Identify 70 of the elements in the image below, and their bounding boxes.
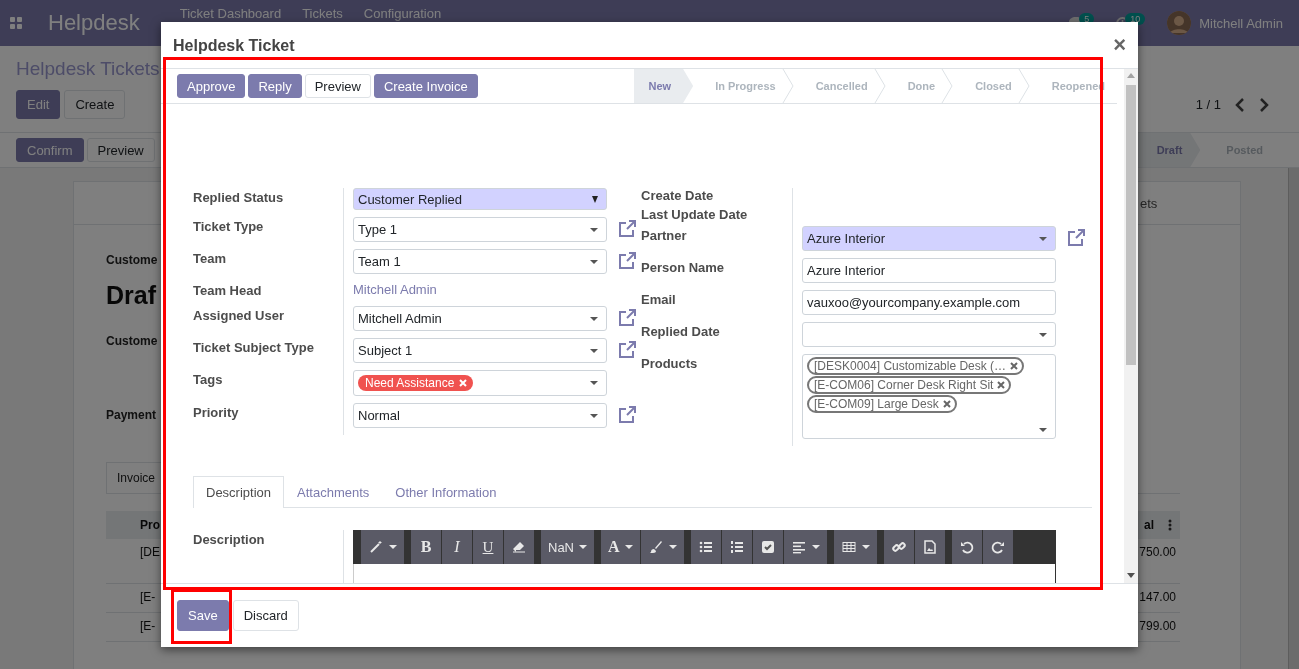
field-label: Partner bbox=[641, 227, 688, 245]
dialog-title: Helpdesk Ticket bbox=[173, 37, 295, 55]
action-button[interactable]: Reply bbox=[248, 74, 302, 98]
field-label: Team bbox=[193, 250, 227, 268]
edit-button[interactable]: Edit bbox=[16, 90, 61, 119]
toolbar-button[interactable]: B bbox=[411, 530, 441, 564]
field-label: Last Update Date bbox=[641, 207, 749, 224]
dropdown-field[interactable]: Subject 1 bbox=[353, 338, 607, 363]
action-button[interactable]: Confirm bbox=[16, 138, 84, 162]
field-label: Create Date bbox=[641, 188, 715, 205]
status-stage[interactable]: New bbox=[633, 69, 694, 103]
dropdown-field[interactable]: Azure Interior bbox=[802, 226, 1056, 251]
table-cell-text: 147.00 bbox=[1139, 590, 1176, 606]
action-button[interactable]: Approve bbox=[177, 74, 246, 98]
tag: [DESK0004] Customizable Desk (… bbox=[807, 357, 1025, 375]
user-name[interactable]: Mitchell Admin bbox=[1199, 15, 1283, 31]
record-title: Draf bbox=[106, 281, 156, 310]
field-label: Assigned User bbox=[193, 307, 286, 325]
field-label: Priority bbox=[193, 404, 240, 422]
field-label: Replied Status bbox=[193, 189, 285, 207]
toolbar-button[interactable]: A bbox=[601, 530, 640, 564]
dropdown-field[interactable]: Team 1 bbox=[353, 249, 607, 274]
action-button[interactable]: Create Invoice bbox=[373, 74, 478, 98]
field-label: Email bbox=[641, 291, 677, 309]
menu-item[interactable]: Configuration bbox=[363, 6, 442, 21]
action-button[interactable]: Preview bbox=[86, 138, 155, 162]
close-button[interactable]: × bbox=[1113, 32, 1126, 58]
field-label: Person Name bbox=[641, 259, 726, 277]
field-label: Custome bbox=[106, 334, 158, 348]
status-stage[interactable]: In Progress bbox=[693, 69, 788, 103]
tag: [E-COM09] Large Desk bbox=[807, 395, 957, 413]
app-name: Helpdesk bbox=[48, 10, 140, 36]
field-label: Replied Date bbox=[641, 323, 721, 341]
toolbar-button[interactable]: I bbox=[442, 530, 472, 564]
pager-count: 1 / 1 bbox=[1195, 97, 1221, 112]
toolbar-button[interactable]: NaN bbox=[541, 530, 594, 564]
dropdown-field[interactable]: Normal bbox=[353, 403, 607, 428]
user-link[interactable]: Mitchell Admin bbox=[353, 281, 437, 297]
field-label: Tags bbox=[193, 371, 224, 389]
field-label: Ticket Type bbox=[193, 218, 265, 236]
status-stage[interactable]: Cancelled bbox=[793, 69, 880, 103]
input-field[interactable]: Azure Interior bbox=[802, 258, 1056, 283]
menu-item[interactable]: Ticket Dashboard bbox=[179, 6, 282, 21]
dropdown-field[interactable]: Mitchell Admin bbox=[353, 306, 607, 331]
table-cell-text: 750.00 bbox=[1139, 545, 1176, 561]
table-cell-text: [DE bbox=[140, 545, 160, 561]
field-label: Payment bbox=[106, 408, 157, 422]
input-field[interactable]: vauxoo@yourcompany.example.com bbox=[802, 290, 1056, 315]
discard-button[interactable]: Discard bbox=[232, 600, 299, 631]
tag: [E-COM06] Corner Desk Right Sit bbox=[807, 376, 1012, 394]
tab[interactable]: Attachments bbox=[284, 476, 383, 508]
field-label: Ticket Subject Type bbox=[193, 339, 315, 357]
tags-field[interactable]: Need Assistance bbox=[353, 370, 607, 396]
action-button[interactable]: Preview bbox=[304, 74, 371, 98]
tag: Need Assistance bbox=[358, 375, 474, 391]
tab[interactable]: Description bbox=[193, 476, 285, 508]
create-button[interactable]: Create bbox=[64, 90, 126, 119]
field-label: Custome bbox=[106, 253, 158, 267]
table-cell-text: [E- bbox=[140, 619, 156, 635]
save-button[interactable]: Save bbox=[177, 600, 229, 631]
dropdown-field[interactable]: Type 1 bbox=[353, 217, 607, 242]
tab[interactable]: Other Information bbox=[382, 476, 510, 508]
toolbar-button[interactable]: U bbox=[473, 530, 503, 564]
tags-field[interactable]: [DESK0004] Customizable Desk (… [E-COM06] Corner Desk Right Sit [E-COM09] Large Desk bbox=[802, 354, 1056, 439]
menu-item[interactable]: Tickets bbox=[302, 6, 343, 21]
status-dropdown[interactable]: Customer Replied bbox=[353, 188, 607, 210]
table-cell-text: [E- bbox=[140, 590, 156, 606]
table-cell-text: 799.00 bbox=[1139, 619, 1176, 635]
field-label: Products bbox=[641, 355, 699, 373]
field-label: Team Head bbox=[193, 282, 263, 300]
